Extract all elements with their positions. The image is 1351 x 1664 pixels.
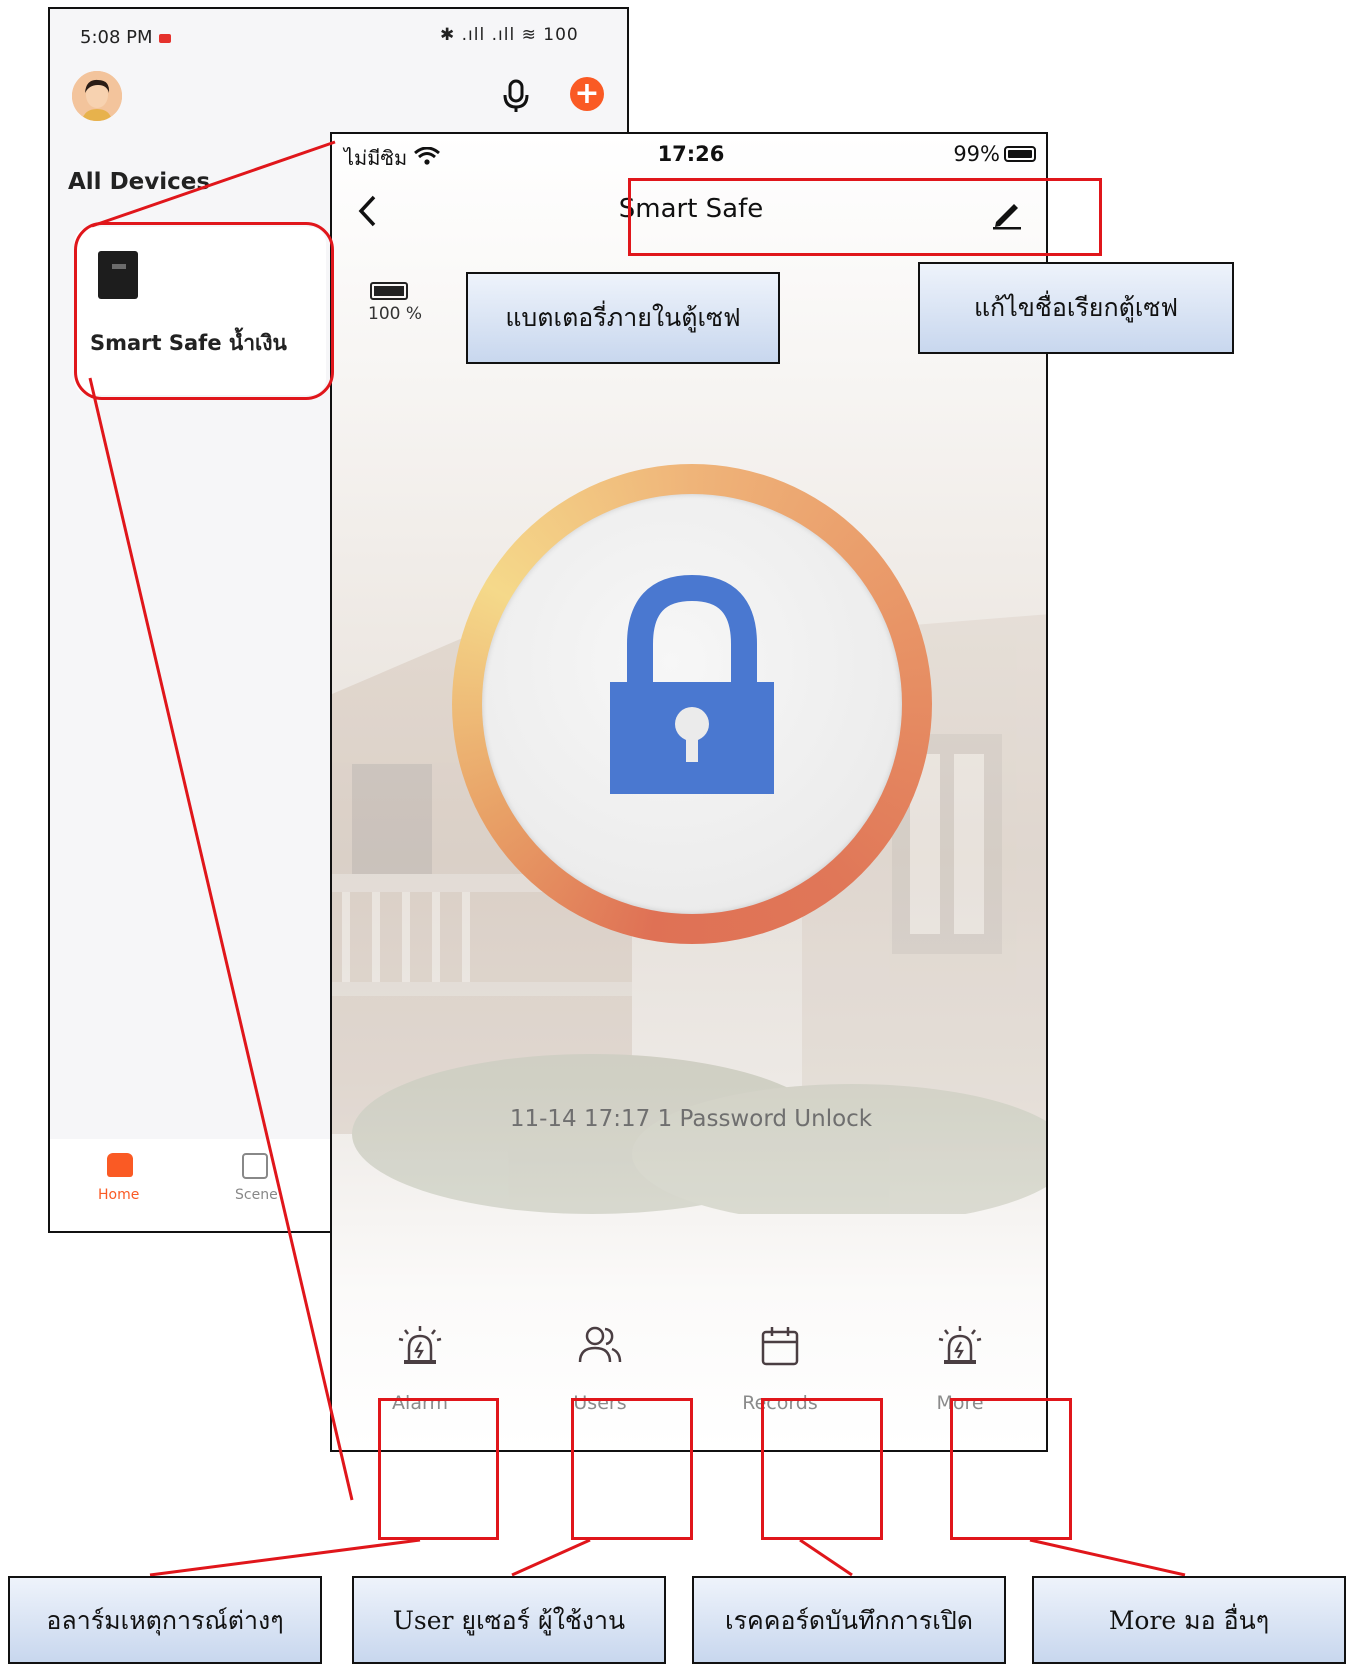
callout-records: เรคคอร์ดบันทึกการเปิด <box>692 1576 1006 1664</box>
highlight-alarm-tab <box>378 1398 499 1540</box>
highlight-users-tab <box>571 1398 693 1540</box>
callout-rename: แก้ไขชื่อเรียกตู้เซฟ <box>918 262 1234 354</box>
highlight-more-tab <box>950 1398 1072 1540</box>
callout-battery: แบตเตอรี่ภายในตู้เซฟ <box>466 272 780 364</box>
callout-alarm: อลาร์มเหตุการณ์ต่างๆ <box>8 1576 322 1664</box>
highlight-title-bar <box>628 178 1102 256</box>
callout-more: More มอ อื่นๆ <box>1032 1576 1346 1664</box>
highlight-records-tab <box>761 1398 883 1540</box>
highlight-device-card <box>74 222 334 400</box>
callout-users: User ยูเซอร์ ผู้ใช้งาน <box>352 1576 666 1664</box>
